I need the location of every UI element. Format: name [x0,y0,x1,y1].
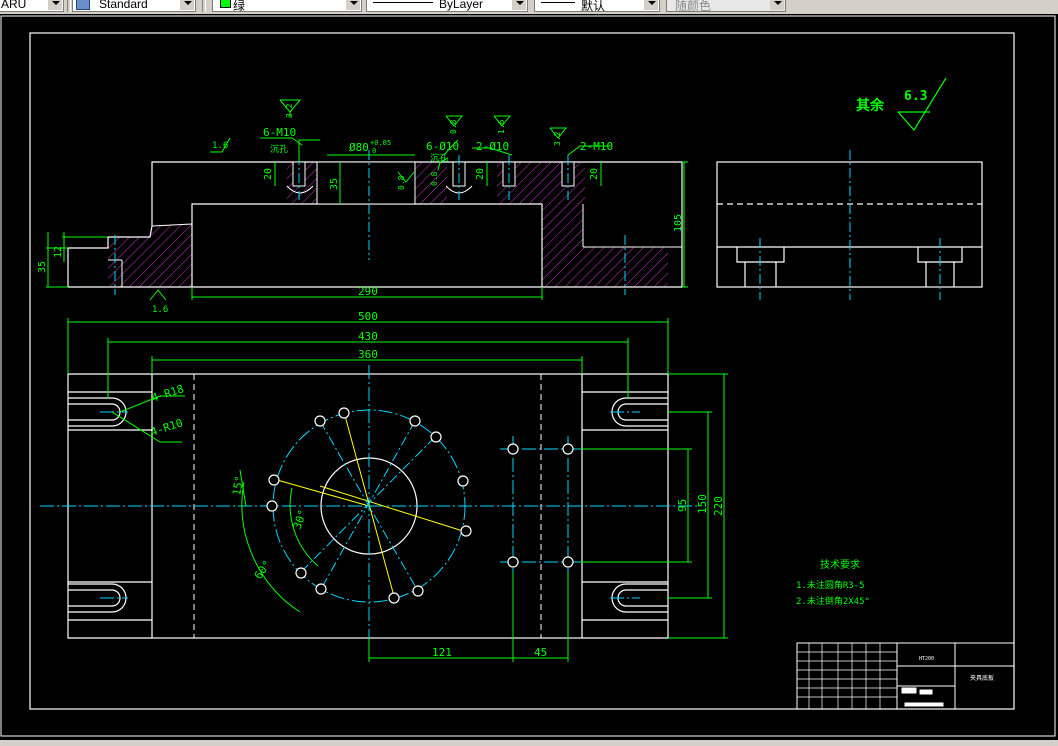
cad-drawing[interactable]: 6-M10 沉孔 Ø80 +0.05 0 6-Ø10 沉孔 2-Ø10 2-M1… [0,14,1058,740]
chevron-down-icon [770,0,784,10]
callout-phi80: Ø80 [349,141,369,154]
dimstyle-icon [76,0,90,10]
plotstyle-dropdown: 随颜色 [666,0,786,12]
tech-item-2: 2.未注倒角2X45° [796,595,870,607]
dim-45: 45 [534,646,547,659]
callout-chenkong-1: 沉孔 [270,144,288,155]
dim-20a: 20 [263,168,274,180]
dim-35-left: 35 [37,261,48,273]
lineweight-value: 默认 [581,0,606,12]
chevron-down-icon[interactable] [512,0,526,10]
rough-1: 3.2 [285,103,294,118]
dim-290: 290 [358,285,378,298]
plan-view: 500 430 360 220 150 95 121 45 15° 30° 60… [40,310,728,662]
rough-rest-label: 其余 [856,97,885,114]
linetype-sample [373,2,433,3]
rough-2: 0.8 [397,175,406,190]
roughness-rest: 其余 6.3 [856,77,947,132]
side-view [716,150,983,300]
callout-tol-upper: +0.05 [370,139,391,147]
angle-30: 30° [291,508,310,531]
dim-95: 95 [676,499,689,512]
callout-chenkong-2: 沉孔 [430,153,448,164]
dim-12: 12 [53,246,64,258]
callout-6phi10: 6-Ø10 [426,140,459,153]
dim-360: 360 [358,348,378,361]
dim-430: 430 [358,330,378,343]
lineweight-sample [541,2,575,3]
text-style-dropdown[interactable]: ARU [0,0,64,12]
rough-5: 0.8 [430,171,439,186]
sheet-border [0,15,1056,737]
dim-20b: 20 [475,168,486,180]
properties-toolbar: ARU Standard 绿 ByLayer 默认 随颜色 [0,0,1058,15]
chevron-down-icon[interactable] [48,0,62,10]
chevron-down-icon[interactable] [644,0,658,10]
tech-item-1: 1.未注圆角R3-5 [796,579,865,591]
front-view: 6-M10 沉孔 Ø80 +0.05 0 6-Ø10 沉孔 2-Ø10 2-M1… [37,99,688,315]
drawing-canvas[interactable]: 6-M10 沉孔 Ø80 +0.05 0 6-Ø10 沉孔 2-Ø10 2-M1… [0,14,1058,740]
callout-6m10: 6-M10 [263,126,296,139]
title-name: 夹具底板 [970,674,994,682]
dim-20c: 20 [589,168,600,180]
callout-2m10: 2-M10 [580,140,613,153]
leader-4r18: 4-R18 [150,382,186,405]
dim-style-value: Standard [99,0,148,11]
rough-rest-value: 6.3 [904,89,927,104]
dim-220: 220 [712,496,725,516]
dim-105: 105 [673,214,684,232]
chevron-down-icon[interactable] [180,0,194,10]
rough-left-bottom: 1.6 [152,305,168,315]
plotstyle-value: 随颜色 [675,0,712,12]
rough-left-top: 1.6 [212,141,228,151]
status-strip [0,740,1058,746]
chevron-down-icon[interactable] [346,0,360,10]
tech-title: 技术要求 [820,558,860,571]
front-pocket [191,203,543,287]
toolbar-separator [67,0,71,12]
linetype-dropdown[interactable]: ByLayer [366,0,528,12]
leader-4r10: 4-R10 [149,416,185,439]
dim-121: 121 [432,646,452,659]
dim-150: 150 [696,494,709,514]
layer-dropdown[interactable]: 绿 [212,0,362,12]
title-material: HT200 [919,656,934,662]
title-block: HT200 夹具底板 [796,642,1015,710]
linetype-value: ByLayer [439,0,484,11]
tech-requirements: 技术要求 1.未注圆角R3-5 2.未注倒角2X45° [796,558,870,607]
layer-value: 绿 [233,0,246,12]
text-style-value: ARU [1,0,27,11]
rough-6: 3.2 [553,131,562,146]
lineweight-dropdown[interactable]: 默认 [534,0,660,12]
dim-35: 35 [329,178,340,190]
drawing-frame [29,32,1015,710]
callout-tol-lower: 0 [372,147,376,155]
rough-4: 1.6 [497,119,506,134]
layer-color-swatch [220,0,231,8]
rough-3: 0.8 [449,119,458,134]
hatch-right [542,203,668,287]
toolbar-separator [202,0,206,12]
hatch-left [108,224,192,287]
callout-2phi10: 2-Ø10 [476,140,509,153]
dim-500: 500 [358,310,378,323]
dim-style-dropdown[interactable]: Standard [72,0,196,12]
